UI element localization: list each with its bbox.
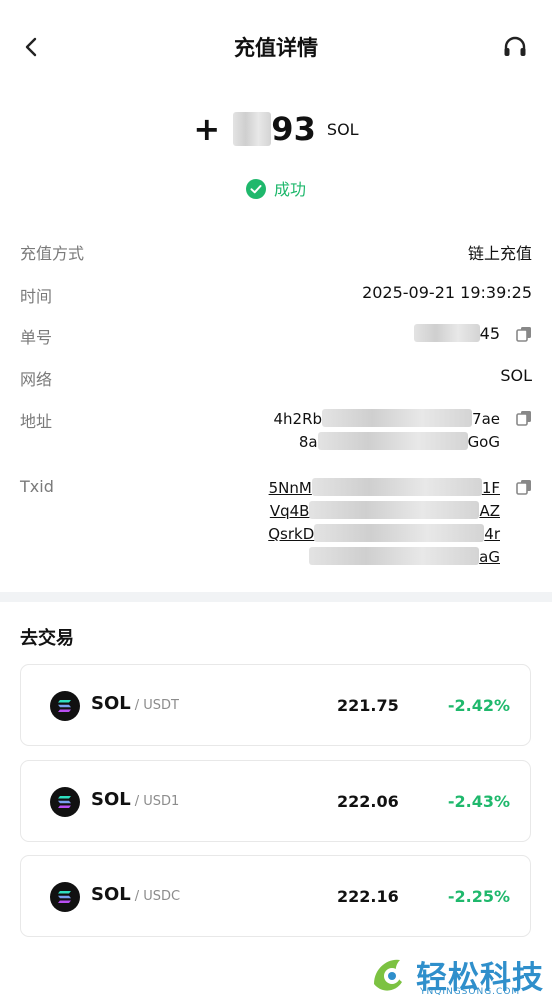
amount-value: 93 <box>271 110 316 148</box>
txid-line[interactable]: 5NnM 1F <box>268 477 500 500</box>
trade-pair-card[interactable]: SOL / USD1 222.06 -2.43% <box>20 760 531 842</box>
trade-pair-card[interactable]: SOL / USDC 222.16 -2.25% <box>20 855 531 937</box>
pair-name: SOL / USDC <box>91 884 181 905</box>
order-id-suffix: 45 <box>479 324 500 343</box>
address-line: 8a GoG <box>298 432 500 451</box>
amount-unit: SOL <box>326 119 359 139</box>
pair-price: 222.16 <box>337 887 399 906</box>
trade-pair-card[interactable]: SOL / USDT 221.75 -2.42% <box>20 664 531 746</box>
solana-logo-icon <box>50 691 80 721</box>
headset-icon[interactable] <box>502 34 528 60</box>
txid-line[interactable]: QsrkD 4r <box>268 523 500 546</box>
watermark-subtext: YNQINGSONG.COM <box>420 987 521 997</box>
status-text: 成功 <box>273 180 306 199</box>
solana-logo-icon <box>50 882 80 912</box>
pair-name: SOL / USDT <box>91 693 179 714</box>
txid-line[interactable]: aG <box>268 546 500 569</box>
detail-label: 网络 <box>20 370 53 389</box>
redacted-text <box>413 324 480 342</box>
address-line: 4h2Rb 7ae <box>273 409 500 428</box>
detail-row-order-id: 单号 45 <box>20 324 532 348</box>
pair-price: 221.75 <box>337 696 399 715</box>
detail-value: SOL <box>500 366 532 385</box>
copy-icon[interactable] <box>516 479 532 495</box>
check-circle-icon <box>245 179 266 199</box>
detail-row-time: 时间 2025-09-21 19:39:25 <box>20 283 532 307</box>
status-badge: 成功 <box>0 176 552 200</box>
copy-icon[interactable] <box>516 326 532 342</box>
pair-name: SOL / USD1 <box>91 789 180 810</box>
pair-change: -2.42% <box>447 696 510 715</box>
txid-line[interactable]: Vq4B AZ <box>268 500 500 523</box>
pair-price: 222.06 <box>337 792 399 811</box>
detail-row-network: 网络 SOL <box>20 366 532 390</box>
detail-value: 2025-09-21 19:39:25 <box>362 283 532 302</box>
detail-value: 45 <box>413 324 500 343</box>
detail-row-method: 充值方式 链上充值 <box>20 240 532 264</box>
section-divider <box>0 592 552 602</box>
page-title: 充值详情 <box>234 36 318 60</box>
detail-row-address: 地址 4h2Rb 7ae 8a GoG <box>20 408 532 458</box>
txid-link[interactable]: 5NnM 1F Vq4B AZ QsrkD 4r aG <box>268 477 500 569</box>
detail-label: 地址 <box>20 412 53 431</box>
redacted-amount <box>233 112 272 146</box>
detail-label: 时间 <box>20 287 53 306</box>
amount-sign: + <box>193 110 221 148</box>
watermark-logo-icon <box>374 959 402 991</box>
watermark: 轻松科技 YNQINGSONG.COM <box>370 952 552 1000</box>
pair-change: -2.43% <box>447 792 510 811</box>
detail-label: 单号 <box>20 328 53 347</box>
detail-label: Txid <box>20 477 54 496</box>
copy-icon[interactable] <box>516 410 532 426</box>
solana-logo-icon <box>50 787 80 817</box>
detail-value: 链上充值 <box>467 244 532 263</box>
pair-change: -2.25% <box>447 887 510 906</box>
deposit-amount: + 93 SOL <box>0 110 552 148</box>
detail-label: 充值方式 <box>20 244 85 263</box>
top-bar: 充值详情 <box>0 0 552 96</box>
detail-value: 4h2Rb 7ae 8a GoG <box>273 408 500 454</box>
section-title: 去交易 <box>20 628 74 649</box>
detail-row-txid: Txid 5NnM 1F Vq4B AZ QsrkD 4r aG <box>20 477 532 573</box>
